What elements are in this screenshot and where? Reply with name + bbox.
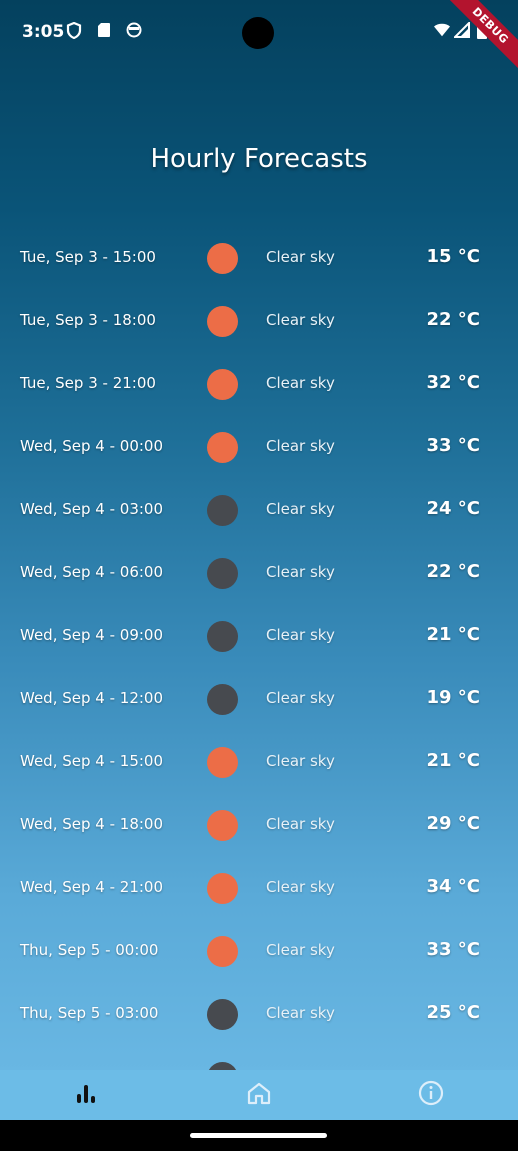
forecast-date: Thu, Sep 5 - 03:00 [20,1004,159,1022]
forecast-temperature: 29 °C [426,813,480,834]
forecast-row: Thu, Sep 5 - 03:00 Clear sky 25 °C [0,983,518,1046]
forecast-date: Wed, Sep 4 - 00:00 [20,437,163,455]
forecast-row: Wed, Sep 4 - 06:00 Clear sky 22 °C [0,542,518,605]
forecast-date: Tue, Sep 3 - 15:00 [20,248,156,266]
forecast-date: Tue, Sep 3 - 18:00 [20,311,156,329]
forecast-temperature: 24 °C [426,498,480,519]
moon-icon [207,999,238,1030]
forecast-date: Thu, Sep 5 - 00:00 [20,941,159,959]
bottom-nav [0,1070,518,1120]
signal-icon [454,22,470,38]
face-icon [126,22,142,38]
moon-icon [207,684,238,715]
gesture-handle[interactable] [190,1133,327,1138]
forecast-date: Wed, Sep 4 - 15:00 [20,752,163,770]
forecast-date: Wed, Sep 4 - 03:00 [20,500,163,518]
nav-home-button[interactable] [244,1080,274,1110]
forecast-row: Wed, Sep 4 - 18:00 Clear sky 29 °C [0,794,518,857]
forecast-row: Wed, Sep 4 - 03:00 Clear sky 24 °C [0,479,518,542]
forecast-list[interactable]: Tue, Sep 3 - 15:00 Clear sky 15 °C Tue, Sep… [0,227,518,1070]
info-icon [418,1080,444,1110]
sun-icon [207,243,238,274]
shield-icon [66,21,82,39]
moon-icon [207,495,238,526]
forecast-description: Clear sky [266,941,335,959]
forecast-temperature: 22 °C [426,561,480,582]
moon-icon [207,558,238,589]
status-icons-left [66,21,142,39]
bar-chart-icon [74,1082,98,1108]
forecast-description: Clear sky [266,752,335,770]
forecast-row: Wed, Sep 4 - 15:00 Clear sky 21 °C [0,731,518,794]
forecast-temperature: 32 °C [426,372,480,393]
forecast-row: Tue, Sep 3 - 15:00 Clear sky 15 °C [0,227,518,290]
forecast-description: Clear sky [266,437,335,455]
wifi-icon [434,22,450,38]
forecast-row: Tue, Sep 3 - 21:00 Clear sky 32 °C [0,353,518,416]
forecast-row: Wed, Sep 4 - 09:00 Clear sky 21 °C [0,605,518,668]
sun-icon [207,432,238,463]
sun-icon [207,306,238,337]
forecast-row: Wed, Sep 4 - 12:00 Clear sky 19 °C [0,668,518,731]
forecast-description: Clear sky [266,1004,335,1022]
forecast-date: Tue, Sep 3 - 21:00 [20,374,156,392]
gesture-bar [0,1120,518,1151]
forecast-date: Wed, Sep 4 - 09:00 [20,626,163,644]
forecast-temperature: 22 °C [426,309,480,330]
forecast-temperature: 25 °C [426,1002,480,1023]
forecast-description: Clear sky [266,563,335,581]
forecast-description: Clear sky [266,248,335,266]
forecast-row: Wed, Sep 4 - 00:00 Clear sky 33 °C [0,416,518,479]
forecast-date: Wed, Sep 4 - 12:00 [20,689,163,707]
sd-card-icon [96,22,112,38]
forecast-date: Wed, Sep 4 - 21:00 [20,878,163,896]
forecast-description: Clear sky [266,626,335,644]
forecast-temperature: 19 °C [426,687,480,708]
forecast-date: Wed, Sep 4 - 18:00 [20,815,163,833]
forecast-temperature: 21 °C [426,624,480,645]
forecast-row: Tue, Sep 3 - 18:00 Clear sky 22 °C [0,290,518,353]
home-icon [246,1081,272,1109]
nav-info-button[interactable] [416,1080,446,1110]
forecast-temperature: 33 °C [426,435,480,456]
forecast-temperature: 33 °C [426,939,480,960]
page-title: Hourly Forecasts [150,144,368,174]
forecast-description: Clear sky [266,374,335,392]
forecast-row: Thu, Sep 5 - 00:00 Clear sky 33 °C [0,920,518,983]
sun-icon [207,369,238,400]
moon-icon [207,621,238,652]
camera-cutout [242,17,274,49]
sun-icon [207,936,238,967]
nav-stats-button[interactable] [71,1080,101,1110]
forecast-temperature: 34 °C [426,876,480,897]
status-bar: 3:05 [0,0,518,64]
forecast-description: Clear sky [266,689,335,707]
forecast-description: Clear sky [266,311,335,329]
moon-icon [207,1062,238,1070]
forecast-row [0,1046,518,1070]
forecast-description: Clear sky [266,878,335,896]
forecast-date: Wed, Sep 4 - 06:00 [20,563,163,581]
forecast-temperature: 15 °C [426,246,480,267]
sun-icon [207,873,238,904]
sun-icon [207,810,238,841]
sun-icon [207,747,238,778]
status-time: 3:05 [22,22,65,42]
forecast-temperature: 21 °C [426,750,480,771]
forecast-description: Clear sky [266,500,335,518]
forecast-description: Clear sky [266,815,335,833]
forecast-row: Wed, Sep 4 - 21:00 Clear sky 34 °C [0,857,518,920]
